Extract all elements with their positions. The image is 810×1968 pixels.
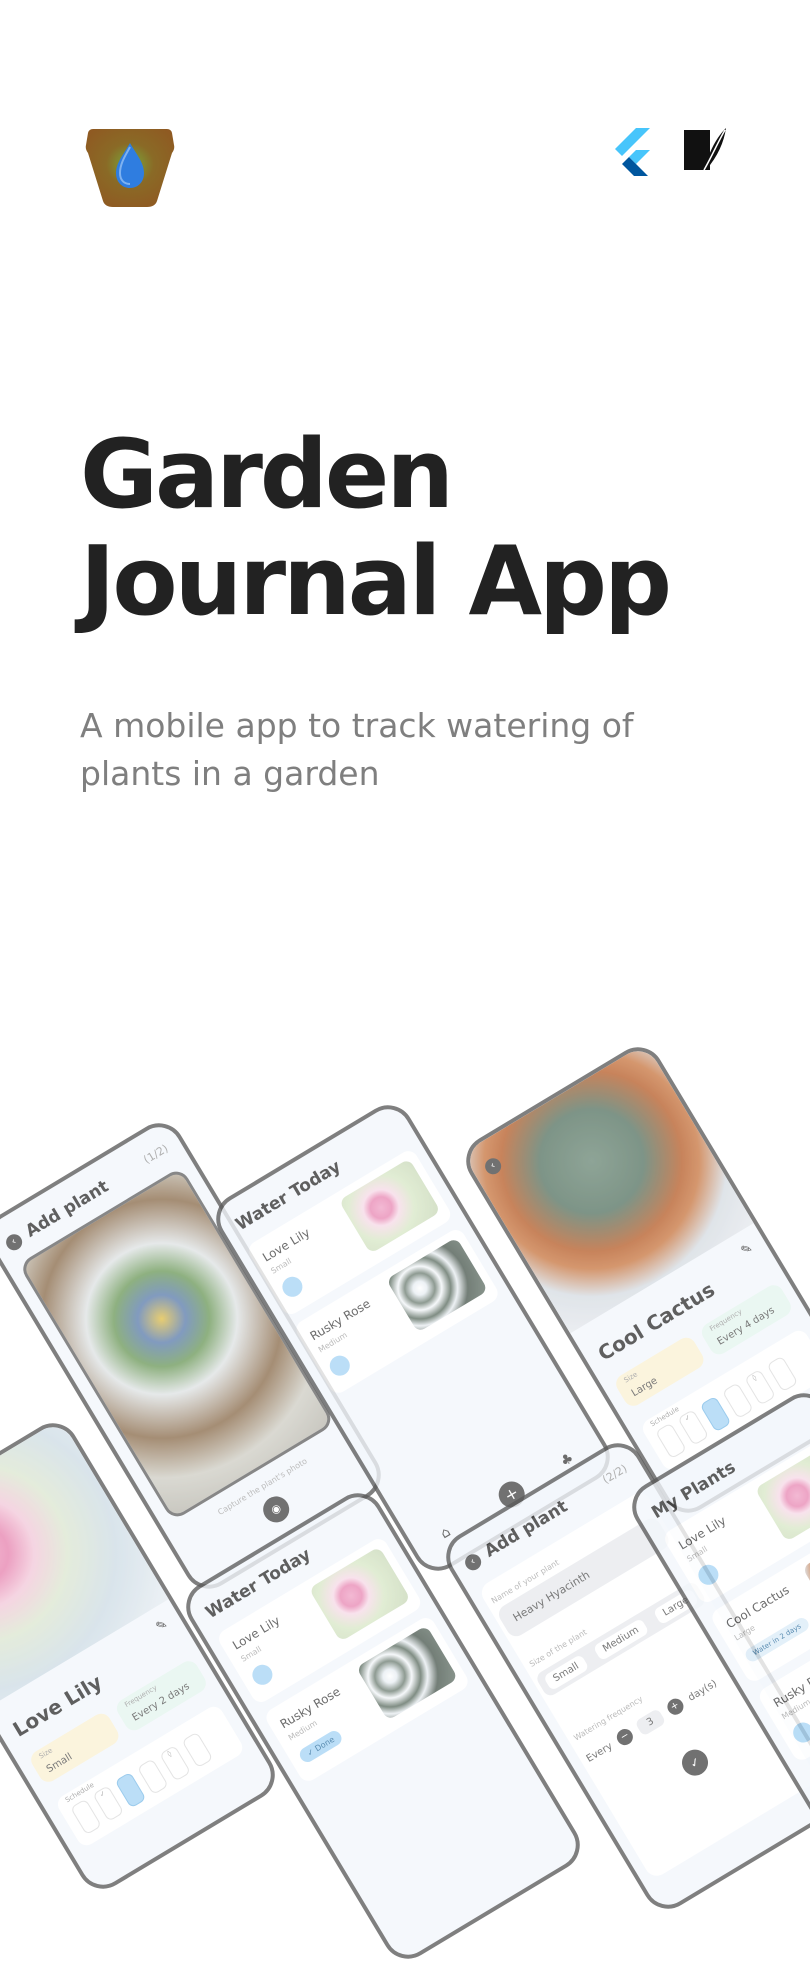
tech-stack [612, 126, 728, 178]
water-drop-icon [326, 1351, 354, 1380]
back-icon: ‹ [462, 1551, 485, 1574]
page-title: Garden Journal App [80, 420, 672, 637]
schedule-day [181, 1731, 214, 1769]
schedule-day [766, 1355, 799, 1393]
plant-photo [338, 1158, 441, 1254]
step-indicator: (1/2) [141, 1141, 171, 1167]
water-drop-icon [248, 1661, 277, 1689]
water-drop-icon [694, 1561, 723, 1589]
flutter-icon [615, 128, 650, 176]
page-subtitle: A mobile app to track watering of plants… [80, 706, 634, 793]
step-indicator: (2/2) [600, 1461, 630, 1487]
feather-book-icon [684, 128, 726, 171]
plant-photo [754, 1446, 810, 1542]
minus-icon: − [614, 1725, 637, 1748]
every-label: Every [584, 1740, 615, 1765]
plus-icon: + [664, 1695, 687, 1718]
title-line-1: Garden [80, 420, 454, 530]
done-label: Done [313, 1734, 337, 1754]
app-logo-icon [85, 129, 175, 207]
camera-icon: ◉ [258, 1491, 295, 1528]
water-drop-icon [278, 1273, 307, 1301]
back-icon: ‹ [3, 1231, 26, 1254]
edit-icon: ✎ [153, 1616, 171, 1636]
plant-photo [356, 1625, 459, 1721]
plant-photo [308, 1546, 411, 1642]
water-drop-icon [789, 1718, 810, 1747]
plant-photo [386, 1237, 489, 1333]
edit-icon: ✎ [738, 1240, 756, 1260]
water-in-badge: Water in 2 days [743, 1615, 810, 1664]
plant-name: Cool Cactus [723, 1582, 792, 1632]
title-line-2: Journal App [80, 527, 672, 637]
